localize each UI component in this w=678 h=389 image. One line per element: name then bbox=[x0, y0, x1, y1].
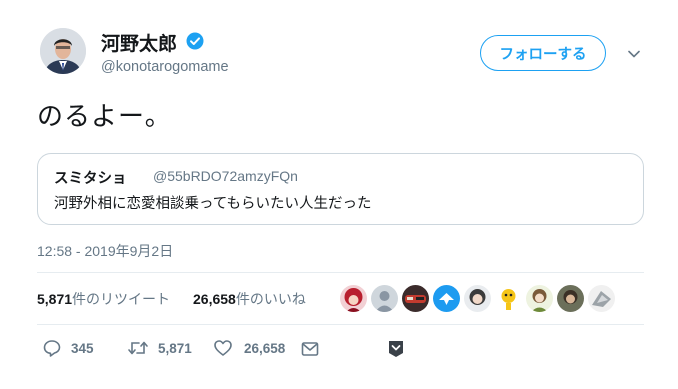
quoted-tweet-card[interactable]: スミタショ @55bRDO72amzyFQn 河野外相に恋愛相談乗ってもらいたい… bbox=[37, 153, 644, 225]
author-name[interactable]: 河野太郎 bbox=[101, 29, 177, 56]
author-avatar[interactable] bbox=[40, 28, 86, 74]
liker-avatar[interactable] bbox=[433, 285, 460, 312]
divider bbox=[37, 324, 644, 325]
liker-avatar[interactable] bbox=[526, 285, 553, 312]
reply-count: 345 bbox=[71, 341, 94, 356]
divider bbox=[37, 272, 644, 273]
like-count: 26,658 bbox=[244, 341, 286, 356]
liker-avatar[interactable] bbox=[340, 285, 367, 312]
chevron-down-icon[interactable] bbox=[626, 46, 642, 62]
like-stat[interactable]: 26,658件のいいね bbox=[193, 289, 306, 309]
tweet-text: のるよー。 bbox=[37, 101, 172, 131]
reply-icon[interactable] bbox=[42, 338, 62, 358]
retweet-count: 5,871 bbox=[158, 341, 192, 356]
liker-avatar[interactable] bbox=[495, 285, 522, 312]
quoted-author-name: スミタショ bbox=[54, 171, 127, 187]
liker-avatar[interactable] bbox=[588, 285, 615, 312]
like-stat-label: 件のいいね bbox=[235, 291, 306, 307]
quoted-author-handle: @55bRDO72amzyFQn bbox=[153, 168, 298, 184]
retweet-stat-label: 件のリツイート bbox=[72, 291, 171, 307]
quoted-tweet-text: 河野外相に恋愛相談乗ってもらいたい人生だった bbox=[54, 196, 372, 212]
bookmark-icon[interactable] bbox=[386, 338, 406, 358]
author-handle[interactable]: @konotarogomame bbox=[101, 59, 229, 75]
liker-avatar[interactable] bbox=[557, 285, 584, 312]
retweet-icon[interactable] bbox=[127, 338, 148, 358]
heart-icon[interactable] bbox=[213, 338, 233, 358]
verified-badge-icon bbox=[186, 32, 204, 50]
retweet-stat[interactable]: 5,871件のリツイート bbox=[37, 289, 170, 309]
tweet-timestamp[interactable]: 12:58 - 2019年9月2日 bbox=[37, 241, 173, 261]
like-stat-count: 26,658 bbox=[193, 291, 236, 307]
direct-message-icon[interactable] bbox=[300, 339, 320, 359]
liker-avatar[interactable] bbox=[464, 285, 491, 312]
liker-avatar[interactable] bbox=[371, 285, 398, 312]
follow-button[interactable]: フォローする bbox=[480, 35, 606, 71]
liker-avatar[interactable] bbox=[402, 285, 429, 312]
retweet-stat-count: 5,871 bbox=[37, 291, 73, 307]
